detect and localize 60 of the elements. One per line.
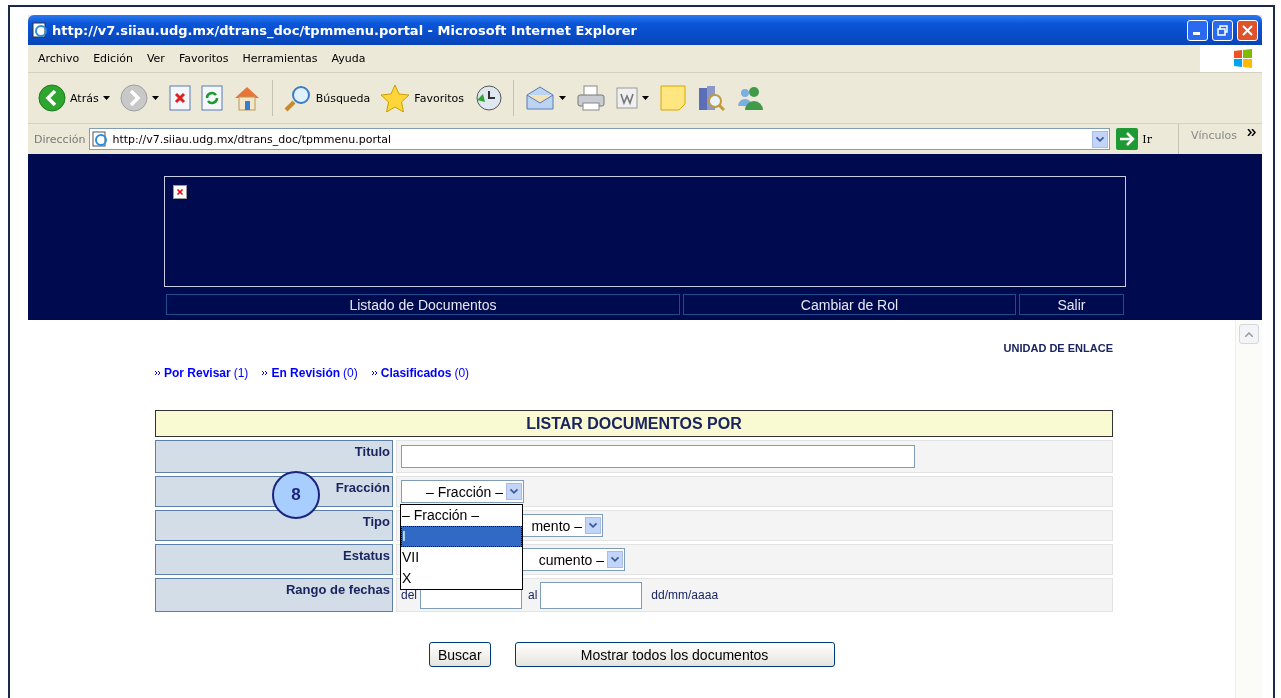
menu-item[interactable]: Ver — [139, 52, 172, 65]
field-label: Fracción — [335, 480, 390, 495]
field-label: Titulo — [354, 444, 390, 459]
nav-link[interactable]: Cambiar de Rol — [683, 294, 1016, 315]
window-title: http://v7.siiau.udg.mx/dtrans_doc/tpmmenu.portal - Microsoft Internet Explorer — [52, 22, 638, 38]
dropdown[interactable]: – Fracción – — [401, 480, 524, 503]
search-button[interactable]: Buscar — [429, 642, 491, 667]
broken-image-icon — [173, 185, 187, 199]
dropdown-option[interactable]: X — [401, 568, 522, 589]
title-field[interactable] — [401, 445, 915, 468]
status-link[interactable]: Clasificados (0) — [371, 366, 470, 380]
dropdown-caret-icon[interactable] — [559, 96, 566, 100]
document-icon[interactable] — [616, 87, 638, 109]
back-button[interactable]: Atrás — [36, 84, 112, 112]
nav-link[interactable]: Listado de Documentos — [166, 294, 680, 315]
close-button[interactable] — [1237, 19, 1258, 41]
minimize-button[interactable] — [1187, 19, 1208, 41]
from-label: del — [401, 588, 417, 602]
step-number-callout: 8 — [272, 471, 320, 519]
flag-logo-icon — [1232, 47, 1254, 70]
menu-item[interactable]: Ayuda — [324, 52, 373, 65]
date-field[interactable] — [540, 581, 643, 609]
unit-name: UNIDAD DE ENLACE — [1002, 342, 1113, 354]
search-icon[interactable] — [283, 84, 312, 112]
chevron-icon — [371, 370, 378, 376]
status-link[interactable]: En Revisión (0) — [262, 366, 358, 380]
chevron-icon — [155, 370, 161, 376]
star-icon[interactable] — [380, 84, 411, 112]
arrow-icon[interactable] — [1116, 128, 1139, 150]
to-label: al — [528, 588, 538, 602]
menu-item[interactable]: Edición — [86, 52, 140, 65]
web-page-icon — [92, 131, 109, 147]
chevron-icon — [262, 370, 269, 376]
restore-button[interactable] — [1212, 19, 1233, 41]
dropdown-option[interactable]: – Fracción – — [401, 505, 522, 526]
dropdown-caret-icon[interactable] — [642, 96, 649, 100]
search-button[interactable]: Búsqueda — [281, 84, 373, 112]
dropdown-option[interactable]: VII — [401, 547, 522, 568]
address-label: Dirección — [34, 132, 86, 146]
edit-button[interactable] — [614, 87, 651, 109]
field-label: Tipo — [362, 514, 390, 529]
status-link[interactable]: Por Revisar (1) — [155, 366, 249, 380]
field-label: Rango de fechas — [285, 582, 390, 597]
nav-link[interactable]: Salir — [1019, 294, 1124, 315]
date-format-hint: dd/mm/aaaa — [651, 588, 719, 602]
dropdown-option[interactable]: I — [401, 526, 522, 547]
favorites-button[interactable]: Favoritos — [378, 84, 466, 112]
show-all-button[interactable]: Mostrar todos los documentos — [514, 642, 835, 667]
field-label: Estatus — [343, 548, 390, 563]
form-heading: LISTAR DOCUMENTOS POR — [155, 410, 1113, 437]
restore-icon[interactable] — [1217, 24, 1228, 36]
menu-item[interactable]: Herramientas — [235, 52, 325, 65]
dropdown-caret-icon[interactable] — [151, 96, 159, 100]
address-field[interactable]: http://v7.siiau.udg.mx/dtrans_doc/tpmmenu.portal — [89, 128, 1111, 150]
close-icon[interactable] — [1242, 24, 1253, 36]
browser-page-icon — [32, 22, 48, 38]
dropdown-caret-icon[interactable] — [102, 96, 110, 100]
menu-item[interactable]: Favoritos — [171, 52, 236, 65]
menu-item[interactable]: Archivo — [31, 52, 87, 65]
chevron-icon[interactable] — [1247, 128, 1256, 136]
